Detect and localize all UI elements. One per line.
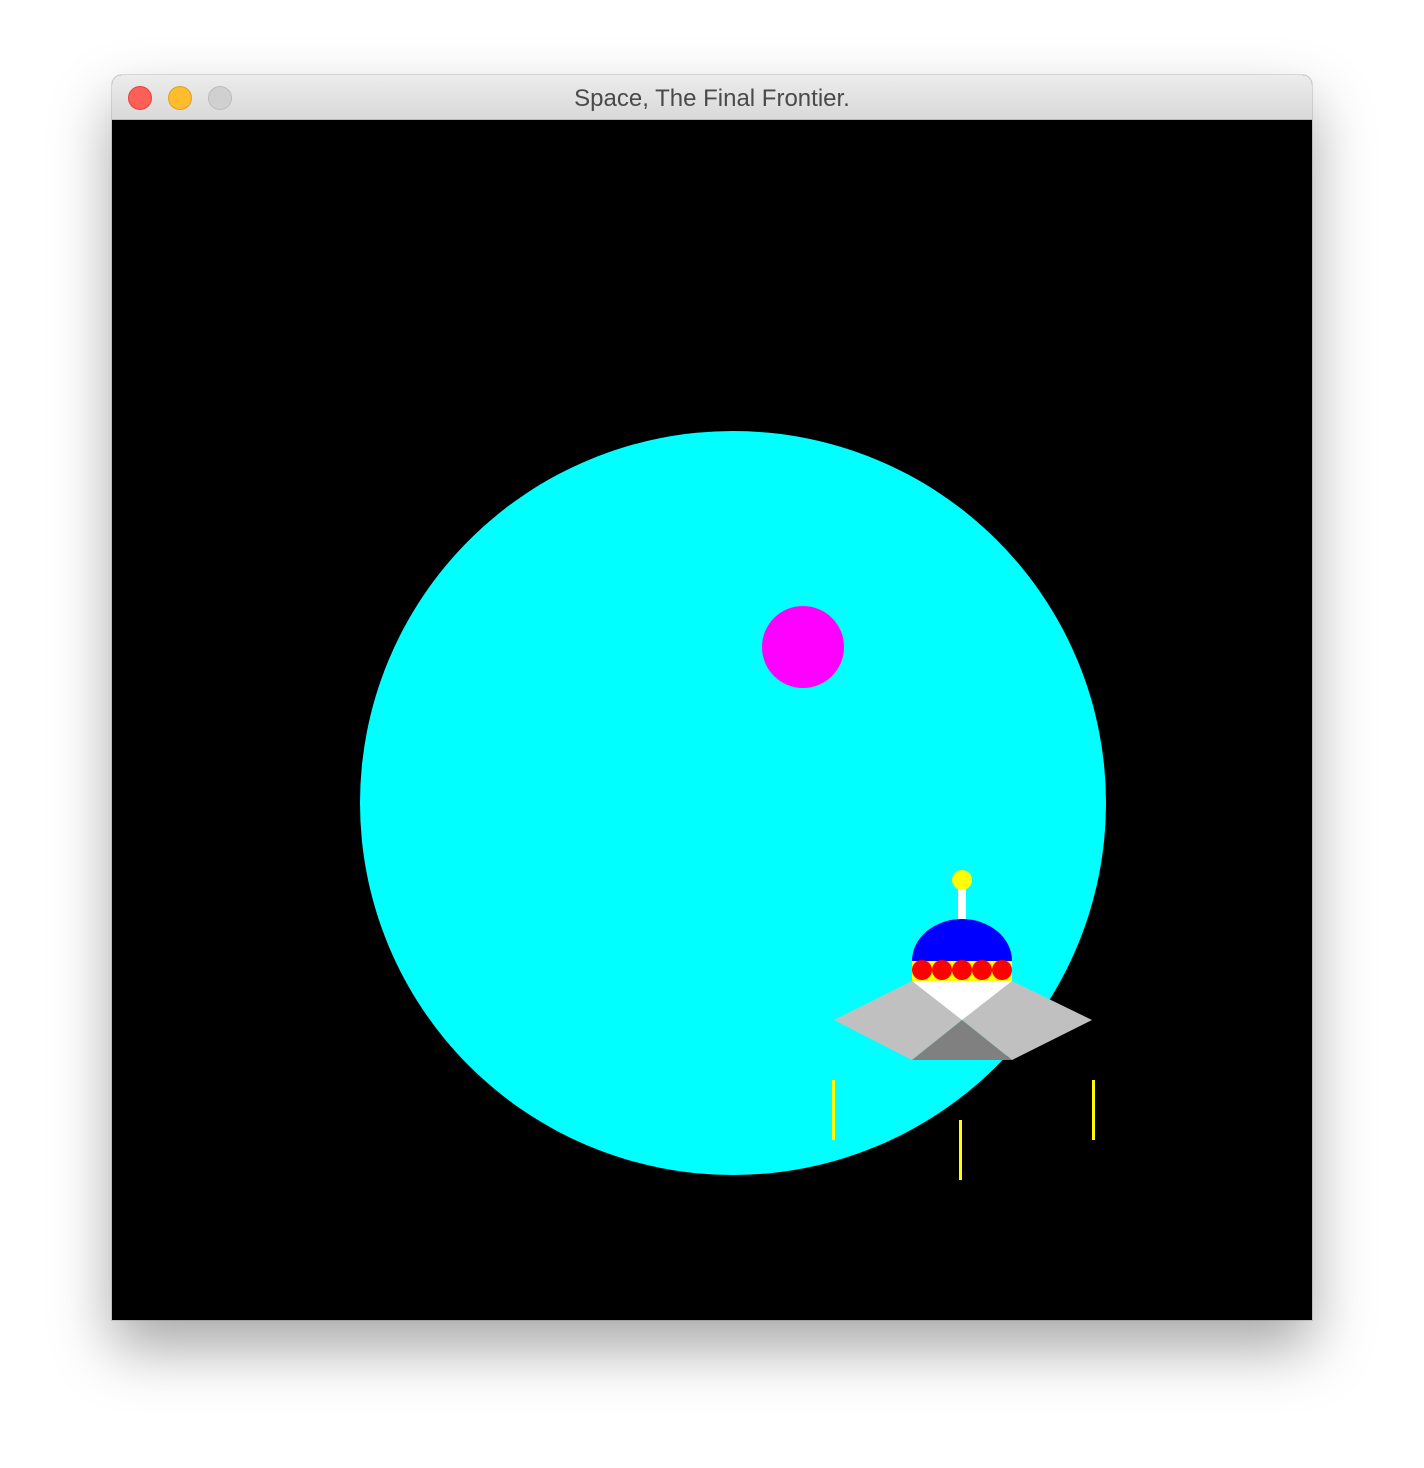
moon xyxy=(762,606,844,688)
ship-beam xyxy=(959,1120,962,1180)
ship-light xyxy=(992,960,1012,980)
ship-antenna-light xyxy=(952,870,972,890)
ship-light xyxy=(952,960,972,980)
window-title: Space, The Final Frontier. xyxy=(574,85,850,112)
ship-antenna xyxy=(958,885,966,921)
planet xyxy=(360,431,1106,1175)
scene-svg xyxy=(112,120,1312,1320)
ship-beam xyxy=(1092,1080,1095,1140)
ship-light xyxy=(972,960,992,980)
ship-light xyxy=(912,960,932,980)
app-window: Space, The Final Frontier. xyxy=(112,75,1312,1320)
ship-light xyxy=(932,960,952,980)
ship-beam xyxy=(832,1080,835,1140)
title-bar[interactable]: Space, The Final Frontier. xyxy=(112,75,1312,120)
space-canvas[interactable] xyxy=(112,120,1312,1320)
